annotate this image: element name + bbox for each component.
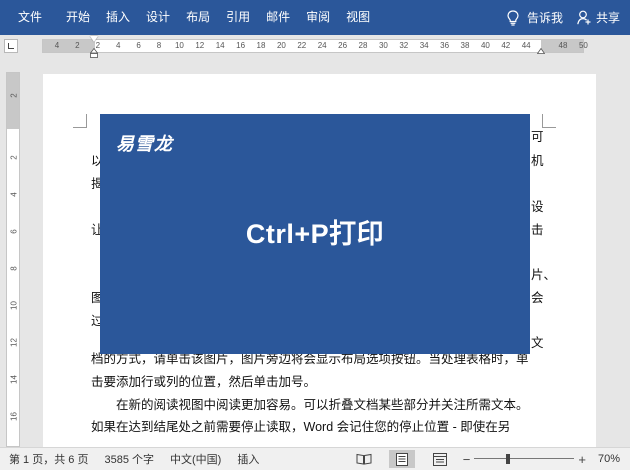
horizontal-ruler[interactable]: 4 2 2 4 6 8 10 12 14 16 18 20 22 24 26 28 30 32 34 36 38 40 42… bbox=[42, 36, 588, 58]
edge-fragment: 可 bbox=[531, 130, 544, 144]
ruler-number: 28 bbox=[358, 41, 368, 50]
person-icon bbox=[577, 10, 591, 25]
status-bar: 第 1 页，共 6 页 3585 个字 中文(中国) 插入 − + 70% bbox=[0, 447, 630, 470]
ruler-number: 14 bbox=[9, 375, 19, 384]
ruler-number: 38 bbox=[460, 41, 470, 50]
ruler-number: 4 bbox=[54, 41, 60, 50]
right-indent-handle[interactable] bbox=[537, 48, 545, 54]
tab-review[interactable]: 审阅 bbox=[298, 0, 338, 35]
text-line: 如果在达到结尾处之前需要停止读取，Word 会记住您的停止位置 - 即使在另 bbox=[91, 420, 511, 435]
tab-design[interactable]: 设计 bbox=[138, 0, 178, 35]
share-label: 共享 bbox=[595, 11, 620, 25]
tab-selector-button[interactable] bbox=[4, 39, 18, 53]
ribbon-tabs: 文件 开始 插入 设计 布局 引用 邮件 审阅 视图 告诉我 共享 bbox=[0, 0, 630, 35]
ruler-number: 8 bbox=[156, 41, 162, 50]
ruler-number: 22 bbox=[297, 41, 307, 50]
ruler-number: 40 bbox=[480, 41, 490, 50]
edge-fragment: 会 bbox=[531, 291, 544, 305]
ruler-number: 4 bbox=[9, 192, 19, 197]
ruler-number: 24 bbox=[317, 41, 327, 50]
tab-insert[interactable]: 插入 bbox=[98, 0, 138, 35]
ruler-number: 6 bbox=[136, 41, 141, 50]
edge-fragment: 设 bbox=[531, 200, 544, 214]
tell-me-box[interactable]: 告诉我 bbox=[495, 0, 577, 35]
ruler-number: 12 bbox=[195, 41, 205, 50]
ruler-bar: 4 2 2 4 6 8 10 12 14 16 18 20 22 24 26 28 30 32 34 36 38 40 42… bbox=[0, 35, 630, 58]
ruler-number: 36 bbox=[440, 41, 450, 50]
banner-title: Ctrl+P打印 bbox=[245, 219, 385, 249]
web-layout-button[interactable] bbox=[427, 450, 453, 468]
document-page[interactable]: 档的方式，请单击该图片，图片旁边将会显示布局选项按钮。当处理表格时，单 击要添加… bbox=[43, 74, 596, 449]
text-line: 击要添加行或列的位置，然后单击加号。 bbox=[91, 374, 317, 389]
margin-corner-mark bbox=[73, 114, 87, 128]
ruler-number: 44 bbox=[521, 41, 531, 50]
title-banner-image[interactable]: 易雪龙 Ctrl+P打印 bbox=[100, 114, 530, 354]
zoom-slider-thumb[interactable] bbox=[505, 454, 510, 464]
lightbulb-icon bbox=[507, 9, 519, 26]
zoom-out-button[interactable]: − bbox=[459, 452, 475, 467]
ruler-number: 10 bbox=[174, 41, 184, 50]
tab-mailings[interactable]: 邮件 bbox=[258, 0, 298, 35]
book-icon bbox=[356, 453, 372, 465]
ruler-number: 48 bbox=[558, 41, 568, 50]
ruler-number: 30 bbox=[378, 41, 388, 50]
page-layout-icon bbox=[395, 452, 408, 466]
print-layout-button[interactable] bbox=[388, 450, 415, 468]
text-line: 在新的阅读视图中阅读更加容易。可以折叠文档某些部分并关注所需文本。 bbox=[116, 397, 529, 412]
page-count[interactable]: 第 1 页，共 6 页 bbox=[0, 451, 96, 467]
tab-references[interactable]: 引用 bbox=[218, 0, 258, 35]
ruler-number: 20 bbox=[276, 41, 286, 50]
web-layout-icon bbox=[432, 452, 447, 466]
ruler-number: 16 bbox=[9, 412, 19, 421]
ruler-number: 2 bbox=[75, 41, 80, 50]
edge-fragment: 击 bbox=[531, 223, 544, 237]
ruler-number: 32 bbox=[399, 41, 409, 50]
ruler-number: 18 bbox=[256, 41, 266, 50]
read-mode-button[interactable] bbox=[351, 450, 377, 468]
ruler-number: 14 bbox=[215, 41, 225, 50]
edge-fragment: 片、 bbox=[531, 268, 557, 282]
ruler-number: 10 bbox=[9, 301, 19, 310]
input-mode[interactable]: 插入 bbox=[229, 451, 267, 467]
ruler-number: 8 bbox=[9, 266, 19, 271]
tab-view[interactable]: 视图 bbox=[338, 0, 378, 35]
language-indicator[interactable]: 中文(中国) bbox=[162, 451, 229, 467]
edge-fragment: 机 bbox=[531, 154, 544, 168]
tab-home[interactable]: 开始 bbox=[58, 0, 98, 35]
ruler-number: 50 bbox=[578, 41, 588, 50]
zoom-slider[interactable] bbox=[474, 454, 575, 464]
edge-fragment: 文 bbox=[531, 336, 544, 350]
tell-me-label: 告诉我 bbox=[526, 11, 563, 25]
ruler-number: 4 bbox=[115, 41, 121, 50]
ruler-number: 2 bbox=[9, 93, 19, 98]
ruler-number: 42 bbox=[501, 41, 511, 50]
zoom-level[interactable]: 70% bbox=[590, 453, 630, 465]
zoom-in-button[interactable]: + bbox=[574, 452, 590, 467]
ruler-number: 6 bbox=[9, 229, 19, 234]
word-count[interactable]: 3585 个字 bbox=[96, 451, 162, 467]
share-button[interactable]: 共享 bbox=[577, 0, 630, 35]
ruler-number: 12 bbox=[9, 338, 19, 347]
ruler-number: 2 bbox=[9, 155, 19, 160]
tab-file[interactable]: 文件 bbox=[0, 0, 58, 35]
vertical-ruler[interactable]: 2 2 4 6 8 10 12 14 16 bbox=[6, 72, 20, 447]
ruler-number: 16 bbox=[236, 41, 246, 50]
hanging-indent-handle[interactable] bbox=[90, 48, 98, 58]
ruler-number: 26 bbox=[338, 41, 348, 50]
brand-logo: 易雪龙 bbox=[116, 134, 173, 154]
tab-layout[interactable]: 布局 bbox=[178, 0, 218, 35]
first-line-indent-handle[interactable] bbox=[90, 36, 98, 42]
ruler-number: 34 bbox=[419, 41, 429, 50]
